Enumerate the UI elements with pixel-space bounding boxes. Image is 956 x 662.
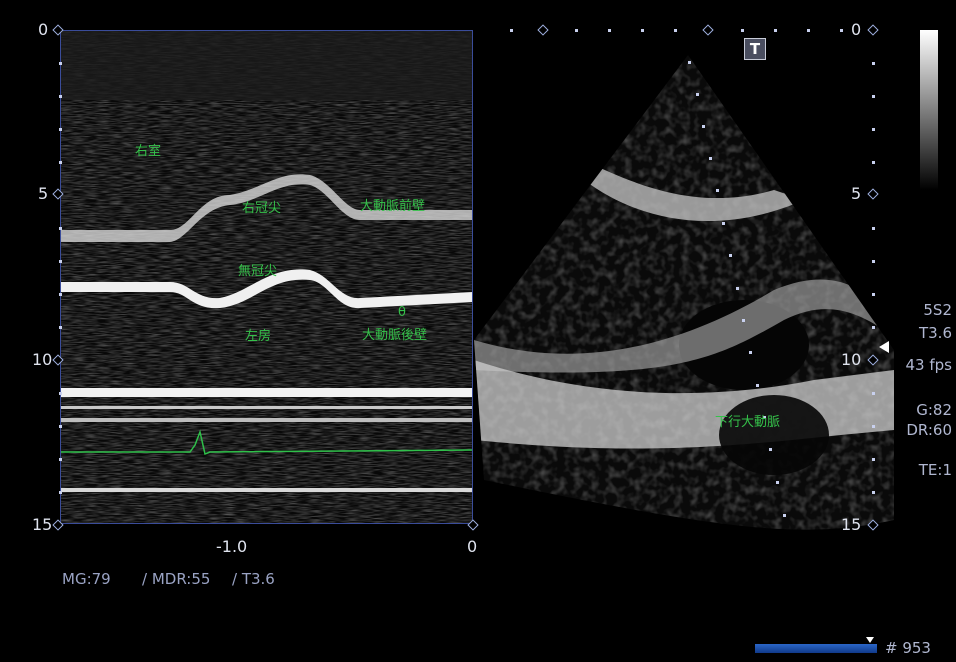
t-label: T3.6 bbox=[918, 324, 952, 342]
label-aortic-anterior-wall: 大動脈前壁 bbox=[360, 199, 426, 214]
2d-depth-tick-0: 0 bbox=[851, 20, 862, 39]
label-aortic-posterior-wall: 大動脈後壁 bbox=[362, 328, 428, 343]
probe-label: 5S2 bbox=[923, 301, 952, 319]
label-left-atrium: 左房 bbox=[245, 329, 272, 344]
cine-progress-marker-icon bbox=[866, 637, 874, 643]
2d-depth-tick-10: 10 bbox=[841, 350, 862, 369]
label-right-coronary-cusp: 右冠尖 bbox=[242, 201, 282, 216]
gain-label: G:82 bbox=[916, 401, 952, 419]
mmode-depth-tick-5: 5 bbox=[38, 184, 49, 203]
dynamic-range-label: DR:60 bbox=[906, 421, 952, 439]
2d-depth-tick-5: 5 bbox=[851, 184, 862, 203]
label-theta: θ bbox=[398, 305, 406, 320]
mmode-depth-tick-15: 15 bbox=[32, 515, 53, 534]
mmode-t-label: / T3.6 bbox=[232, 570, 275, 588]
mmode-gain-label: MG:79 bbox=[62, 570, 111, 588]
focus-marker-icon bbox=[879, 341, 889, 353]
label-non-coronary-cusp: 無冠尖 bbox=[238, 264, 278, 279]
2d-sector-image bbox=[474, 55, 894, 530]
frame-counter: # 953 bbox=[885, 639, 931, 657]
te-label: TE:1 bbox=[918, 461, 952, 479]
label-right-ventricle: 右室 bbox=[135, 144, 162, 159]
grayscale-bar bbox=[920, 30, 938, 190]
mmode-time-tick-0: 0 bbox=[467, 537, 478, 556]
mmode-depth-tick-0: 0 bbox=[38, 20, 49, 39]
label-descending-aorta: 下行大動脈 bbox=[715, 415, 781, 430]
mmode-depth-tick-10: 10 bbox=[32, 350, 53, 369]
mmode-time-tick-neg1: -1.0 bbox=[216, 537, 248, 556]
2d-depth-tick-15: 15 bbox=[841, 515, 862, 534]
cine-progress-bar[interactable] bbox=[755, 644, 877, 653]
t-marker-icon: T bbox=[744, 38, 766, 60]
fps-label: 43 fps bbox=[905, 356, 952, 374]
mmode-dr-label: / MDR:55 bbox=[142, 570, 211, 588]
